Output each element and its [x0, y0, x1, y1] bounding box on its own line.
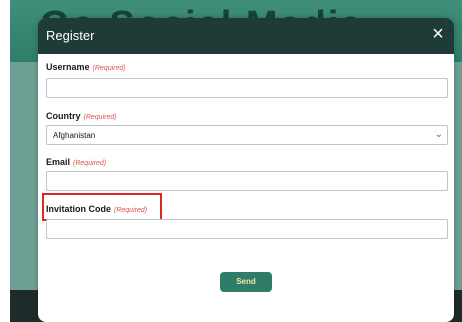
email-required-text: (Required)	[73, 160, 107, 167]
chevron-down-icon: ⌄	[434, 129, 443, 140]
close-icon[interactable]: ×	[428, 24, 448, 44]
country-select[interactable]: Afghanistan ⌄	[46, 125, 448, 145]
email-label: Email (Required)	[46, 157, 106, 167]
email-label-text: Email	[46, 157, 71, 167]
username-label: Username (Required)	[46, 62, 126, 72]
invitation-code-label-text: Invitation Code	[46, 204, 111, 214]
background-left-panel	[10, 62, 38, 290]
invitation-code-required-text: (Required)	[114, 207, 148, 214]
username-label-text: Username	[46, 62, 90, 72]
country-label-text: Country	[46, 111, 81, 121]
username-required-text: (Required)	[92, 65, 126, 72]
invitation-code-label: Invitation Code (Required)	[46, 204, 147, 214]
country-label: Country (Required)	[46, 111, 117, 121]
username-input[interactable]	[46, 78, 448, 98]
invitation-code-input[interactable]	[46, 219, 448, 239]
modal-title: Register	[46, 28, 95, 43]
country-selected-value: Afghanistan	[53, 131, 96, 140]
email-input[interactable]	[46, 171, 448, 191]
modal-header: Register ×	[38, 18, 454, 54]
send-button[interactable]: Send	[220, 272, 272, 292]
register-modal: Register × Username (Required) Country (Re…	[38, 18, 454, 322]
country-required-text: (Required)	[83, 114, 117, 121]
